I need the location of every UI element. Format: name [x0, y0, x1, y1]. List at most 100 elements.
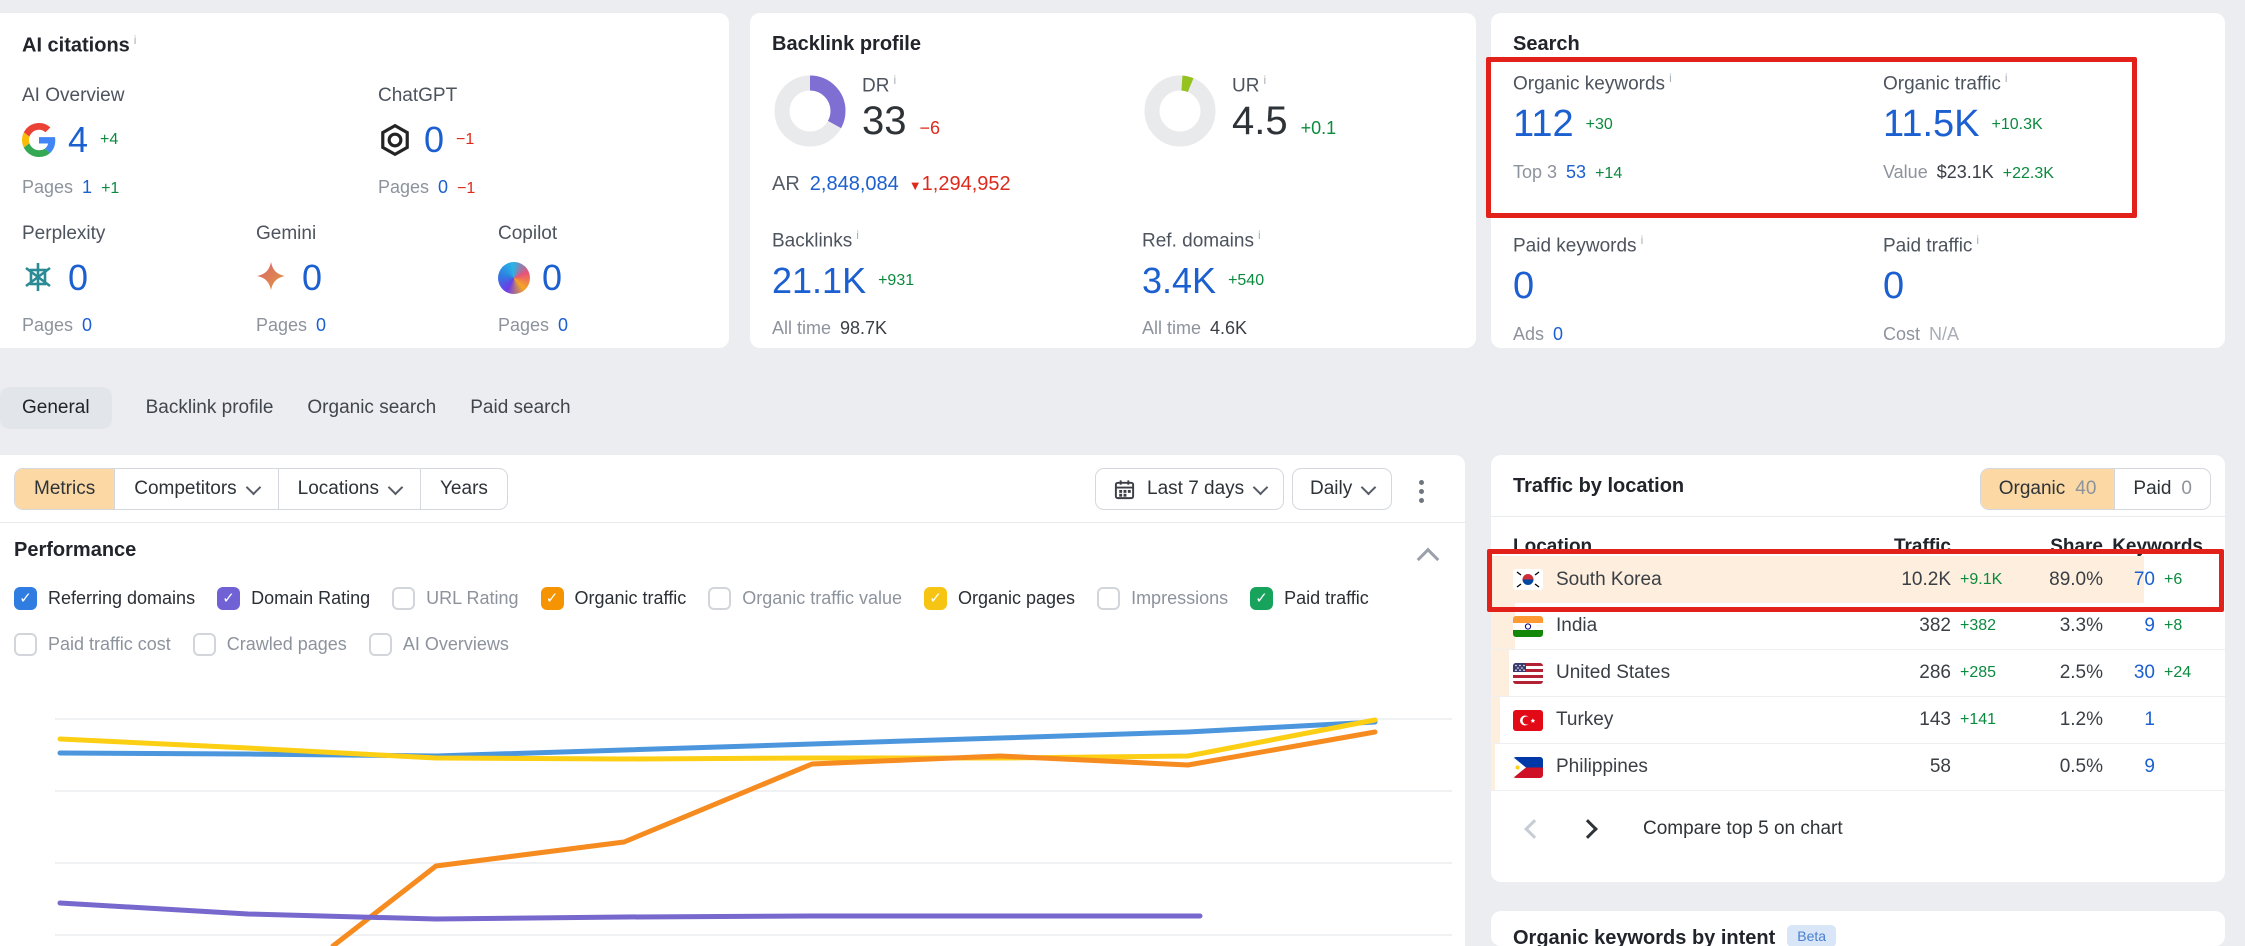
table-row-united-states[interactable]: United States 286 +285 2.5% 30 +24 — [1491, 650, 2225, 697]
tab-backlink-profile[interactable]: Backlink profile — [146, 387, 274, 429]
pages-count[interactable]: 0 — [82, 315, 92, 336]
table-row-turkey[interactable]: Turkey 143 +141 1.2% 1 — [1491, 697, 2225, 744]
organic-paid-toggle: Organic40 Paid0 — [1980, 468, 2211, 510]
keywords-count[interactable]: 9 — [2103, 756, 2155, 778]
search-card: Search Organic keywordsi 112 +30 Top 353… — [1491, 13, 2225, 348]
paid-traffic-value[interactable]: 0 — [1883, 265, 1904, 308]
metric-ref-domains: Ref. domainsi 3.4K +540 All time4.6K — [1142, 228, 1264, 339]
ads-value[interactable]: 0 — [1553, 324, 1563, 345]
years-button[interactable]: Years — [420, 469, 507, 509]
share-value: 89.0% — [2025, 569, 2103, 591]
ai-citations-title: AI citationsi — [22, 33, 136, 58]
info-icon[interactable]: i — [856, 228, 859, 242]
metric-copilot: Copilot 0 Pages0 — [498, 223, 568, 336]
ur-delta: +0.1 — [1301, 118, 1337, 139]
checkbox-url-rating[interactable]: URL Rating — [392, 587, 518, 610]
tab-general[interactable]: General — [0, 387, 112, 429]
compare-top5-link[interactable]: Compare top 5 on chart — [1643, 818, 1843, 840]
next-page-chevron-icon[interactable] — [1578, 819, 1598, 839]
competitors-dropdown[interactable]: Competitors — [114, 469, 277, 509]
table-row-philippines[interactable]: Philippines 58 0.5% 9 — [1491, 744, 2225, 791]
info-icon[interactable]: i — [1258, 228, 1261, 242]
checkbox-organic-traffic-value[interactable]: Organic traffic value — [708, 587, 902, 610]
chatgpt-value[interactable]: 0 — [424, 119, 444, 161]
ref-domains-value[interactable]: 3.4K — [1142, 260, 1216, 302]
backlinks-delta: +931 — [878, 272, 914, 290]
info-icon[interactable]: i — [1263, 73, 1266, 87]
checkbox-crawled-pages[interactable]: Crawled pages — [193, 633, 347, 656]
previous-page-chevron-icon[interactable] — [1524, 819, 1544, 839]
organic-keywords-delta: +30 — [1586, 116, 1613, 134]
ar-value[interactable]: 2,848,084 — [810, 173, 899, 196]
keywords-count[interactable]: 1 — [2103, 709, 2155, 731]
backlink-profile-card: Backlink profile DRi 33 −6 AR 2,848,084 … — [750, 13, 1476, 348]
info-icon[interactable]: i — [1976, 233, 1979, 247]
pages-count[interactable]: 1 — [82, 177, 92, 198]
traffic-by-location-title: Traffic by location — [1513, 475, 1684, 498]
chevron-down-icon — [1253, 479, 1269, 495]
checkbox-organic-pages[interactable]: ✓Organic pages — [924, 587, 1075, 610]
performance-card: Metrics Competitors Locations Years Last… — [0, 455, 1465, 946]
metrics-button[interactable]: Metrics — [15, 469, 114, 509]
traffic-value: 286 — [1861, 662, 1951, 684]
locations-dropdown[interactable]: Locations — [278, 469, 420, 509]
chatgpt-delta: −1 — [456, 131, 474, 149]
performance-checkbox-row-2: Paid traffic cost Crawled pages AI Overvie… — [14, 629, 509, 659]
ur-donut-chart — [1142, 73, 1218, 149]
table-row-south-korea[interactable]: South Korea 10.2K +9.1K 89.0% 70 +6 — [1491, 556, 2225, 603]
organic-traffic-value[interactable]: 11.5K — [1883, 103, 1979, 146]
top3-value[interactable]: 53 — [1566, 162, 1586, 183]
pages-count[interactable]: 0 — [438, 177, 448, 198]
unchecked-checkbox-icon — [193, 633, 216, 656]
tab-paid-search[interactable]: Paid search — [470, 387, 570, 429]
date-range-dropdown[interactable]: Last 7 days — [1095, 468, 1284, 510]
keywords-count[interactable]: 9 — [2103, 615, 2155, 637]
info-icon[interactable]: i — [2005, 71, 2008, 85]
dr-delta: −6 — [920, 118, 941, 139]
checkbox-referring-domains[interactable]: ✓Referring domains — [14, 587, 195, 610]
performance-line-chart[interactable] — [0, 690, 1465, 946]
organic-keywords-value[interactable]: 112 — [1513, 103, 1574, 146]
checkbox-domain-rating[interactable]: ✓Domain Rating — [217, 587, 370, 610]
share-bar — [1491, 603, 1515, 649]
granularity-dropdown[interactable]: Daily — [1292, 468, 1392, 510]
ar-delta: ▼1,294,952 — [909, 173, 1011, 196]
column-share: Share — [2025, 536, 2103, 558]
checkbox-paid-traffic-cost[interactable]: Paid traffic cost — [14, 633, 171, 656]
checked-checkbox-icon: ✓ — [1250, 587, 1273, 610]
paid-keywords-value[interactable]: 0 — [1513, 265, 1534, 308]
gemini-value[interactable]: 0 — [302, 257, 322, 299]
perplexity-value[interactable]: 0 — [68, 257, 88, 299]
keywords-count[interactable]: 70 — [2103, 569, 2155, 591]
ai-overview-value[interactable]: 4 — [68, 119, 88, 161]
pages-count[interactable]: 0 — [558, 315, 568, 336]
checkbox-paid-traffic[interactable]: ✓Paid traffic — [1250, 587, 1369, 610]
dr-value: 33 — [862, 99, 907, 144]
checkbox-label: Referring domains — [48, 588, 195, 609]
organic-toggle-button[interactable]: Organic40 — [1981, 469, 2115, 509]
unchecked-checkbox-icon — [1097, 587, 1120, 610]
checkbox-ai-overviews[interactable]: AI Overviews — [369, 633, 509, 656]
unchecked-checkbox-icon — [708, 587, 731, 610]
more-options-kebab-icon[interactable] — [1416, 477, 1427, 506]
location-pagination: Compare top 5 on chart — [1491, 807, 2225, 851]
table-row-india[interactable]: India 382 +382 3.3% 9 +8 — [1491, 603, 2225, 650]
checkbox-impressions[interactable]: Impressions — [1097, 587, 1228, 610]
perplexity-icon — [22, 261, 56, 295]
info-icon[interactable]: i — [1669, 71, 1672, 85]
checkbox-label: Impressions — [1131, 588, 1228, 609]
down-triangle-icon: ▼ — [909, 178, 922, 193]
tab-organic-search[interactable]: Organic search — [307, 387, 436, 429]
checkbox-organic-traffic[interactable]: ✓Organic traffic — [541, 587, 687, 610]
keywords-count[interactable]: 30 — [2103, 662, 2155, 684]
info-icon[interactable]: i — [1641, 233, 1644, 247]
pages-count[interactable]: 0 — [316, 315, 326, 336]
info-icon[interactable]: i — [134, 33, 137, 47]
paid-toggle-button[interactable]: Paid0 — [2114, 469, 2210, 509]
organic-keywords-by-intent-card: Organic keywords by intentBeta — [1491, 911, 2225, 946]
backlinks-value[interactable]: 21.1K — [772, 260, 866, 302]
ref-domains-delta: +540 — [1228, 272, 1264, 290]
copilot-value[interactable]: 0 — [542, 257, 562, 299]
info-icon[interactable]: i — [893, 73, 896, 87]
collapse-chevron-up-icon[interactable] — [1417, 548, 1440, 571]
